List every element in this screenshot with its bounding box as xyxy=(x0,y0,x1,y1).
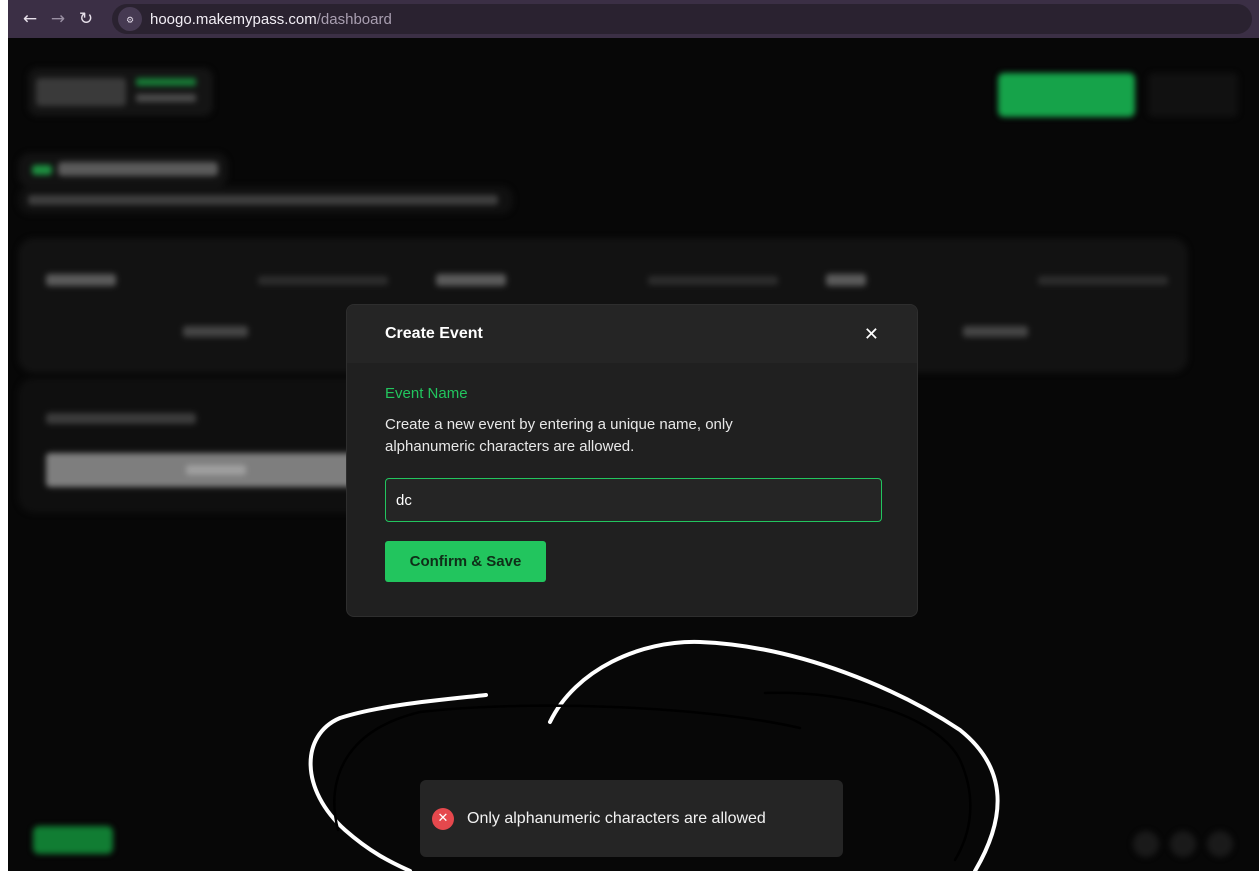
url-text: hoogo.makemypass.com/dashboard xyxy=(150,11,392,28)
error-toast: ✕ Only alphanumeric characters are allow… xyxy=(420,780,843,857)
error-icon: ✕ xyxy=(432,807,454,830)
create-new-event-button[interactable] xyxy=(46,453,366,487)
forward-arrow-icon[interactable]: → xyxy=(44,5,72,33)
address-bar[interactable]: ⚙ hoogo.makemypass.com/dashboard xyxy=(112,4,1252,34)
create-event-top-button[interactable] xyxy=(998,73,1135,117)
event-name-input[interactable] xyxy=(385,478,882,522)
event-name-description: Create a new event by entering a unique … xyxy=(385,416,733,455)
app-logo xyxy=(28,68,213,116)
create-new-event-card xyxy=(18,378,378,513)
dashboard-page: Create Event ✕ Event Name Create a new e… xyxy=(8,38,1259,871)
modal-body: Event Name Create a new event by enterin… xyxy=(347,363,917,582)
linkedin-icon[interactable] xyxy=(1170,831,1196,857)
confirm-save-button[interactable]: Confirm & Save xyxy=(385,541,546,582)
url-host: hoogo.makemypass.com xyxy=(150,10,317,28)
modal-header: Create Event ✕ xyxy=(347,305,917,363)
create-event-modal: Create Event ✕ Event Name Create a new e… xyxy=(346,304,918,617)
url-path: /dashboard xyxy=(316,10,392,28)
browser-toolbar: ← → ↻ ⚙ hoogo.makemypass.com/dashboard xyxy=(8,0,1259,38)
event-name-label: Event Name xyxy=(385,385,468,402)
greeting-pill xyxy=(18,153,228,187)
footer-badge[interactable] xyxy=(33,826,113,854)
logout-button[interactable] xyxy=(1148,73,1238,117)
close-icon[interactable]: ✕ xyxy=(864,324,879,345)
modal-title: Create Event xyxy=(385,325,483,342)
reload-icon[interactable]: ↻ xyxy=(72,5,100,33)
site-settings-icon[interactable]: ⚙ xyxy=(118,7,142,31)
github-icon[interactable] xyxy=(1133,831,1159,857)
browser-window: ← → ↻ ⚙ hoogo.makemypass.com/dashboard C… xyxy=(0,0,1259,871)
welcome-message xyxy=(18,186,513,214)
back-arrow-icon[interactable]: ← xyxy=(16,5,44,33)
x-twitter-icon[interactable] xyxy=(1207,831,1233,857)
toast-message: Only alphanumeric characters are allowed xyxy=(467,809,766,827)
